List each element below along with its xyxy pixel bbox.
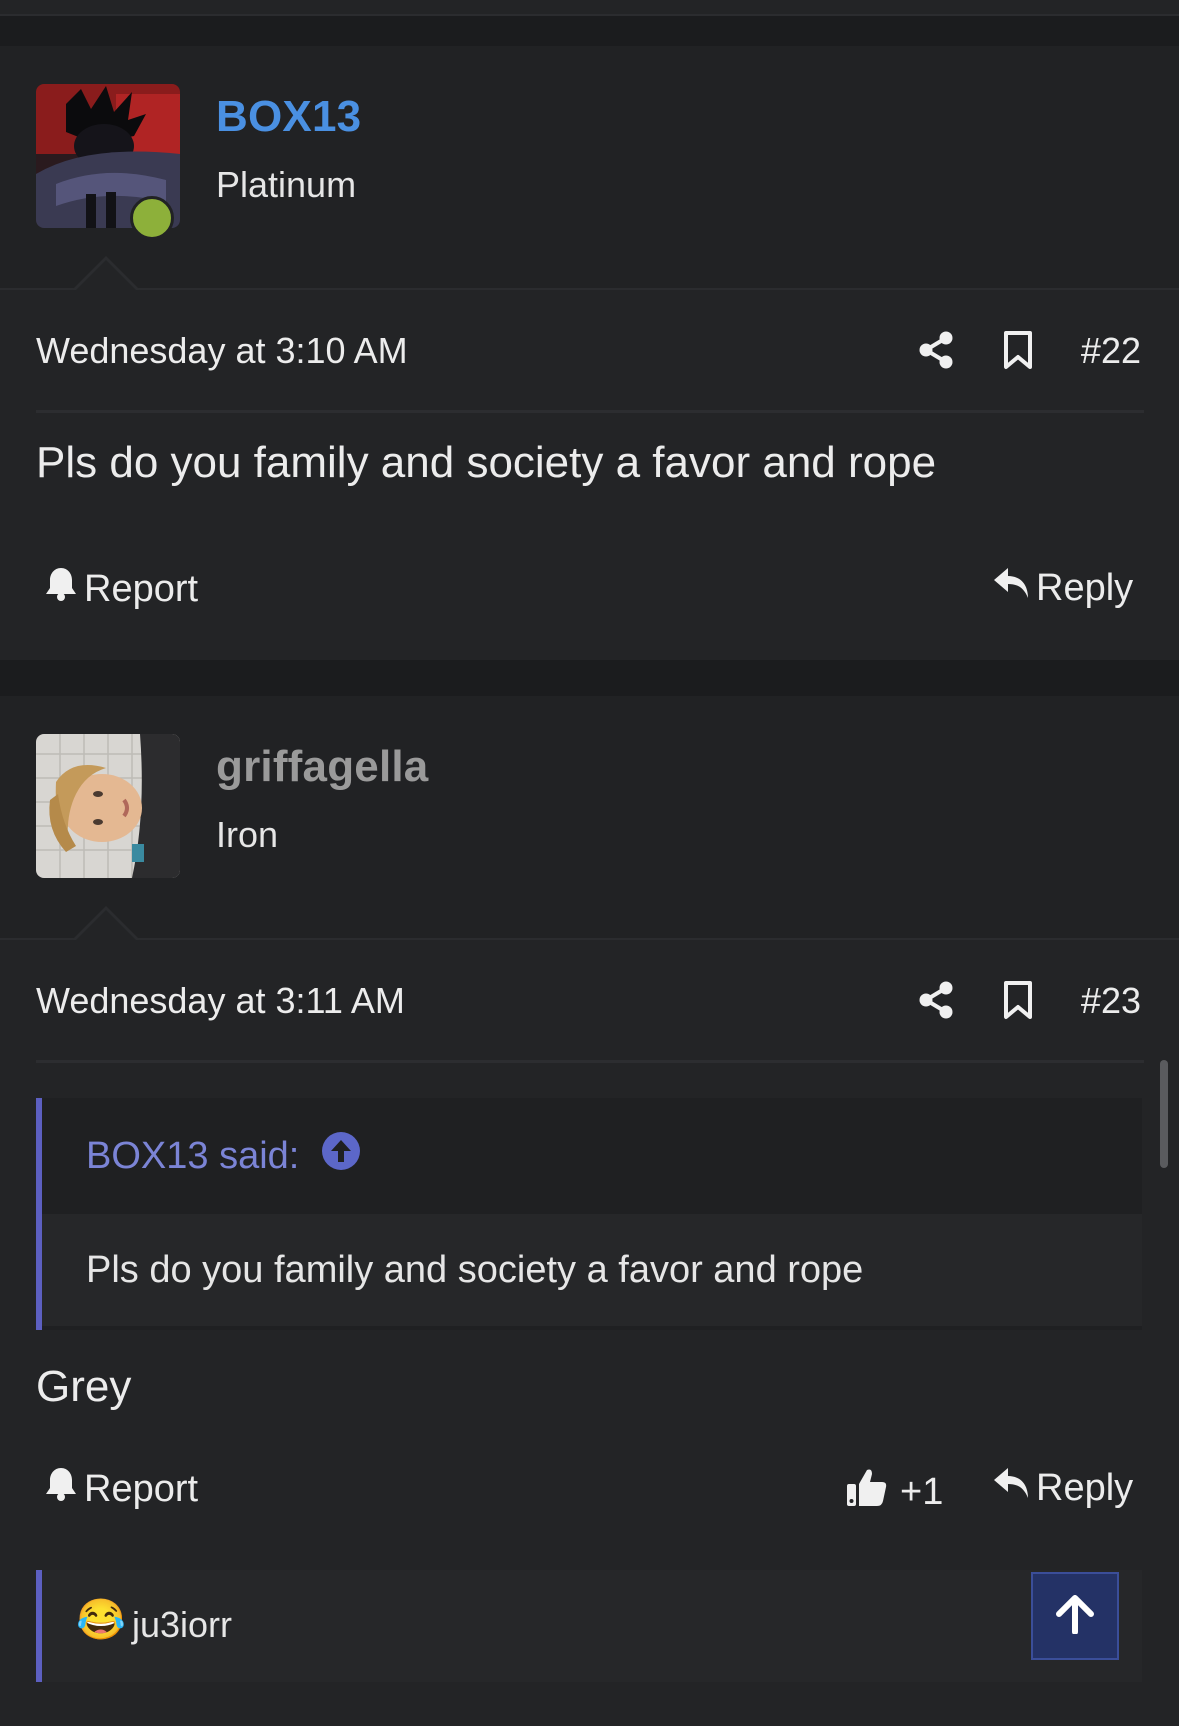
quote-block: BOX13 said: Pls do you family and societ… <box>36 1098 1142 1330</box>
reply-label: Reply <box>1036 1466 1134 1509</box>
username[interactable]: griffagella <box>216 742 428 792</box>
reply-button[interactable]: Reply <box>992 1466 1133 1510</box>
share-icon[interactable] <box>914 978 958 1022</box>
post-23: griffagella Iron Wednesday at 3:11 AM #2… <box>0 696 1179 1726</box>
quote-header[interactable]: BOX13 said: <box>42 1098 1142 1214</box>
bookmark-icon[interactable] <box>996 328 1040 372</box>
laugh-cry-emoji-icon: 😂 <box>76 1598 126 1642</box>
post-timestamp[interactable]: Wednesday at 3:10 AM <box>36 330 408 372</box>
reply-label: Reply <box>1036 566 1134 609</box>
report-label: Report <box>84 567 199 610</box>
quote-author[interactable]: BOX13 said: <box>86 1135 299 1178</box>
avatar[interactable] <box>36 734 180 878</box>
report-button[interactable]: Report <box>44 566 198 612</box>
quote-text: Pls do you family and society a favor an… <box>42 1214 1142 1326</box>
like-button[interactable]: +1 <box>846 1466 943 1518</box>
share-icon[interactable] <box>914 328 958 372</box>
post-number[interactable]: #22 <box>1081 330 1141 372</box>
post-divider <box>36 410 1144 413</box>
reply-icon <box>992 566 1030 610</box>
like-count: +1 <box>900 1470 944 1513</box>
top-separator <box>0 0 1179 16</box>
user-rank: Platinum <box>216 164 357 205</box>
post-divider <box>36 1060 1144 1063</box>
post-number[interactable]: #23 <box>1081 980 1141 1022</box>
post-message: Grey <box>36 1362 132 1411</box>
bell-icon <box>44 1466 78 1512</box>
reply-icon <box>992 1466 1030 1510</box>
username[interactable]: BOX13 <box>216 92 361 142</box>
online-status-indicator <box>130 196 174 240</box>
post-message: Pls do you family and society a favor an… <box>36 438 937 487</box>
report-label: Report <box>84 1467 199 1510</box>
header-notch-fill <box>74 260 138 292</box>
thumbs-up-icon <box>846 1466 888 1518</box>
scroll-to-top-button[interactable] <box>1031 1572 1119 1660</box>
header-notch-fill <box>74 910 138 942</box>
scrollbar-thumb[interactable] <box>1160 1060 1168 1168</box>
post-timestamp[interactable]: Wednesday at 3:11 AM <box>36 980 405 1022</box>
user-rank: Iron <box>216 814 279 855</box>
reactions-bar[interactable]: 😂 ju3iorr <box>36 1570 1142 1682</box>
arrow-up-icon[interactable] <box>321 1131 361 1181</box>
bookmark-icon[interactable] <box>996 978 1040 1022</box>
report-button[interactable]: Report <box>44 1466 198 1512</box>
bell-icon <box>44 566 78 612</box>
arrow-up-icon <box>1055 1594 1095 1639</box>
post-22: BOX13 Platinum Wednesday at 3:10 AM #22 … <box>0 46 1179 660</box>
reply-button[interactable]: Reply <box>992 566 1133 610</box>
reaction-users[interactable]: ju3iorr <box>132 1604 232 1646</box>
